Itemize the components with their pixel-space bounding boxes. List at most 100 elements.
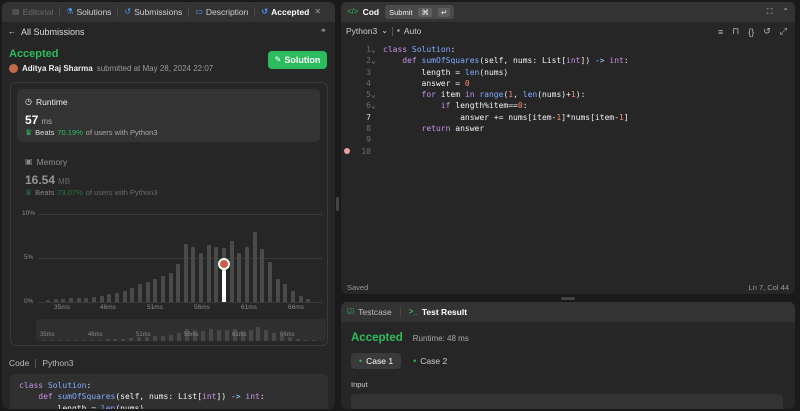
code-line: answer += nums[item-1]*nums[item-1] — [383, 112, 629, 122]
history-icon: ↺ — [261, 7, 269, 16]
chart-bar[interactable] — [137, 284, 142, 302]
fold-chevron-icon[interactable]: ⌄ — [371, 89, 381, 100]
chart-bar[interactable] — [214, 246, 219, 302]
chart-bar[interactable] — [107, 294, 112, 302]
line-number: 9 — [366, 135, 371, 145]
chart-bar[interactable] — [114, 293, 119, 302]
case-tab-1[interactable]: • Case 1 — [351, 353, 402, 369]
chart-range-selector[interactable]: 35ms 46ms 51ms 56ms 61ms 66ms — [36, 319, 326, 341]
chart-bar[interactable] — [260, 249, 265, 302]
chart-bar[interactable] — [283, 284, 288, 302]
mini-chart-bar — [129, 338, 134, 341]
code-editor[interactable]: class Solution: def sumOfSquares(self, n… — [383, 44, 788, 157]
code-line: class Solution: — [19, 381, 92, 390]
case-tab-2[interactable]: • Case 2 — [407, 353, 453, 369]
chart-bar[interactable] — [237, 252, 242, 302]
result-status: Accepted — [351, 332, 403, 344]
tab-test-result[interactable]: >_ Test Result — [409, 307, 467, 317]
chart-bar[interactable] — [268, 261, 273, 302]
chart-bar[interactable] — [99, 295, 104, 302]
autocomplete-mode[interactable]: ▪ Auto — [397, 26, 421, 36]
chart-bar[interactable] — [130, 287, 135, 302]
format-icon[interactable]: ≡ — [718, 27, 723, 37]
mini-chart-bar — [89, 339, 94, 341]
tab-testcase[interactable]: ☑ Testcase — [347, 307, 392, 317]
author-name[interactable]: Aditya Raj Sharma — [22, 64, 93, 73]
chart-bar[interactable] — [183, 243, 188, 302]
highlight-bar[interactable] — [222, 270, 227, 302]
chart-bar[interactable] — [145, 281, 150, 302]
chart-bar[interactable] — [160, 276, 165, 302]
chart-bar[interactable] — [199, 252, 204, 302]
chart-bar[interactable] — [291, 290, 296, 302]
braces-icon[interactable]: {} — [748, 27, 754, 37]
fold-chevron-icon[interactable]: ⌄ — [371, 100, 381, 111]
chart-bar[interactable] — [84, 297, 89, 302]
cmd-key-icon: ⌘ — [418, 7, 432, 17]
runtime-beats: ♛ Beats 70.19% of users with Python3 — [25, 127, 158, 137]
code-line: answer = 0 — [383, 78, 470, 88]
submit-tooltip[interactable]: Submit ⌘ ↵ — [385, 5, 455, 19]
reset-icon[interactable]: ↺ — [763, 26, 771, 37]
chart-bar[interactable] — [275, 279, 280, 302]
mini-chart-bar — [304, 339, 309, 341]
chart-bar[interactable] — [229, 241, 234, 302]
chevron-up-icon[interactable]: ⌃ — [782, 8, 789, 16]
chart-bar[interactable] — [68, 298, 73, 302]
chart-bar[interactable] — [46, 300, 50, 302]
chart-bar[interactable] — [298, 295, 303, 302]
chart-bar[interactable] — [191, 246, 196, 302]
vertical-splitter[interactable] — [336, 197, 339, 211]
back-to-submissions[interactable]: ← All Submissions — [8, 26, 85, 38]
chart-bar[interactable] — [122, 290, 127, 302]
chart-bar[interactable] — [153, 279, 158, 302]
memory-card[interactable]: ▣ Memory 16.54 MB ♛ Beats 73.07% of user… — [17, 149, 320, 202]
runtime-title: Runtime — [35, 97, 68, 107]
tab-accepted[interactable]: ↺ Accepted ✕ — [257, 7, 325, 17]
mini-chart-bar — [49, 340, 54, 341]
chart-bar[interactable] — [245, 246, 250, 302]
chart-bar[interactable] — [176, 264, 181, 302]
code-line: def sumOfSquares(self, nums: List[int]) … — [402, 56, 629, 66]
language-select[interactable]: Python3 ⌄ — [346, 26, 388, 36]
chart-bar[interactable] — [76, 298, 81, 302]
solution-button[interactable]: ✎ Solution — [268, 51, 327, 69]
horizontal-splitter[interactable] — [561, 297, 575, 300]
code-line: length = len(nums) — [383, 67, 509, 77]
chart-bar[interactable] — [168, 272, 173, 302]
link-icon[interactable]: ⚭ — [320, 27, 327, 35]
input-label: Input — [351, 380, 368, 389]
submitted-code[interactable]: class Solution: def sumOfSquares(self, n… — [10, 374, 328, 409]
runtime-card[interactable]: ◷ Runtime 57 ms ♛ Beats 70.19% of users … — [17, 89, 320, 142]
chart-bar[interactable] — [53, 299, 58, 302]
fold-gutter: ⌄ ⌄ ⌄ ⌄ — [371, 44, 381, 112]
mini-bars — [42, 321, 320, 341]
fullscreen-icon[interactable]: ⛶ — [767, 8, 773, 16]
mini-chart-bar — [177, 333, 182, 341]
result-tab-bar: ☑ Testcase >_ Test Result — [341, 302, 795, 322]
xtick-label: 66ms — [288, 304, 304, 311]
bookmark-icon[interactable]: ⊓ — [732, 26, 739, 37]
mini-xtick-label: 51ms — [136, 332, 151, 338]
breakpoint-icon[interactable] — [344, 148, 350, 154]
settings-icon[interactable]: ⤢ — [780, 26, 787, 37]
chart-bar[interactable] — [306, 299, 311, 302]
chart-bar[interactable] — [61, 299, 66, 302]
input-box[interactable] — [351, 394, 783, 409]
code-line: if length%item==0: — [440, 101, 528, 111]
close-icon[interactable]: ✕ — [314, 8, 321, 16]
gridline-0 — [38, 302, 322, 303]
tab-description[interactable]: ▭ Description — [191, 7, 252, 17]
chart-bar[interactable] — [252, 232, 257, 302]
chart-bar[interactable] — [91, 296, 96, 302]
mini-chart-bar — [312, 340, 317, 341]
chart-bar[interactable] — [206, 244, 211, 302]
tab-solutions[interactable]: ⚗ Solutions — [62, 7, 115, 17]
tab-editorial[interactable]: ▤ Editorial — [8, 7, 57, 17]
tab-submissions[interactable]: ↺ Submissions — [120, 7, 186, 17]
mini-chart-bar — [105, 339, 110, 341]
case-tabs: • Case 1 • Case 2 — [351, 353, 453, 369]
user-avatar-marker — [218, 258, 231, 271]
fold-chevron-icon[interactable]: ⌄ — [371, 44, 381, 55]
fold-chevron-icon[interactable]: ⌄ — [371, 55, 381, 66]
